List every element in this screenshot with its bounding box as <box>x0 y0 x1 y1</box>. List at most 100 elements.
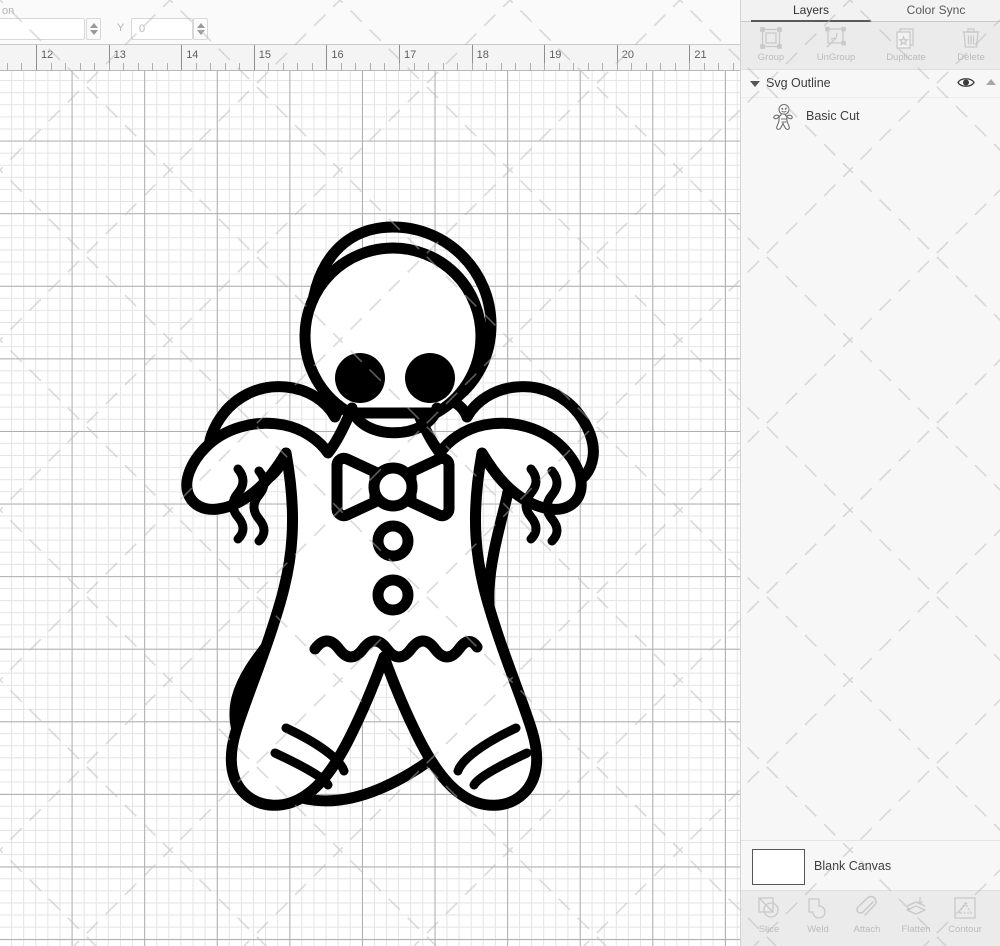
group-label: Group <box>745 52 797 63</box>
tab-color-sync[interactable]: Color Sync <box>876 0 996 22</box>
ruler-label: 15 <box>259 49 271 61</box>
tab-layers[interactable]: Layers <box>751 0 871 22</box>
y-position-stepper[interactable] <box>193 18 208 40</box>
ruler-major-tick <box>181 45 182 70</box>
slice-label: Slice <box>744 924 794 935</box>
shape-operations-toolbar: Slice Weld Attach <box>741 890 1000 946</box>
ruler-minor-tick <box>573 63 574 70</box>
ruler-minor-tick <box>80 63 81 70</box>
list-item[interactable]: Basic Cut <box>741 98 1000 136</box>
x-position-stepper[interactable] <box>86 18 101 40</box>
ungroup-icon <box>810 26 862 50</box>
layer-group-svg-outline[interactable]: Svg Outline <box>741 70 1000 98</box>
ruler-minor-tick <box>530 63 531 70</box>
ruler-minor-tick <box>733 63 734 70</box>
ruler-major-tick <box>36 45 37 70</box>
ruler-minor-tick <box>515 63 516 70</box>
ruler-label: 18 <box>477 49 489 61</box>
blank-canvas-row[interactable]: Blank Canvas <box>741 840 1000 890</box>
ruler-label: 21 <box>694 49 706 61</box>
contour-button[interactable]: Contour <box>940 895 990 943</box>
delete-button[interactable]: Delete <box>945 25 997 69</box>
ruler-minor-tick <box>631 63 632 70</box>
x-position-field[interactable] <box>0 18 85 40</box>
ruler-minor-tick <box>152 63 153 70</box>
group-button[interactable]: Group <box>745 25 797 69</box>
weld-button[interactable]: Weld <box>793 895 843 943</box>
ungroup-label: UnGroup <box>810 52 862 63</box>
ruler-minor-tick <box>138 63 139 70</box>
ruler-minor-tick <box>384 63 385 70</box>
y-label: Y <box>117 22 124 34</box>
ruler-minor-tick <box>210 63 211 70</box>
attach-icon <box>842 895 892 921</box>
gingerbread-man-artwork[interactable] <box>0 71 740 946</box>
ruler-minor-tick <box>283 63 284 70</box>
panel-tab-bar: Layers Color Sync <box>741 0 1000 22</box>
ruler-minor-tick <box>617 63 618 70</box>
ruler-minor-tick <box>704 63 705 70</box>
ruler-major-tick <box>254 45 255 70</box>
panel-scroll-up-arrow[interactable] <box>986 79 996 85</box>
flatten-icon <box>891 895 941 921</box>
ruler-minor-tick <box>196 63 197 70</box>
ruler-minor-tick <box>486 63 487 70</box>
ruler-minor-tick <box>123 63 124 70</box>
ungroup-button[interactable]: UnGroup <box>810 25 862 69</box>
gingerbread-man-thumbnail <box>769 102 799 132</box>
ruler-minor-tick <box>718 63 719 70</box>
ruler-minor-tick <box>312 63 313 70</box>
ruler-label: 13 <box>114 49 126 61</box>
layers-toolbar: Group UnGroup <box>741 22 1000 70</box>
ruler-minor-tick <box>297 63 298 70</box>
layer-list: Svg Outline <box>741 70 1000 136</box>
blank-canvas-label: Blank Canvas <box>814 859 891 873</box>
slice-button[interactable]: Slice <box>744 895 794 943</box>
horizontal-ruler: 12131415161718192021 <box>0 45 740 71</box>
layer-label: Basic Cut <box>806 109 860 123</box>
ruler-minor-tick <box>370 63 371 70</box>
ruler-label: 19 <box>549 49 561 61</box>
duplicate-button[interactable]: Duplicate <box>880 25 932 69</box>
ruler-minor-tick <box>355 63 356 70</box>
delete-icon <box>945 26 997 50</box>
ruler-minor-tick <box>559 63 560 70</box>
group-icon <box>745 26 797 50</box>
left-eye <box>335 353 385 403</box>
weld-label: Weld <box>793 924 843 935</box>
ruler-minor-tick <box>414 63 415 70</box>
ruler-minor-tick <box>472 63 473 70</box>
ruler-minor-tick <box>109 63 110 70</box>
ruler-minor-tick <box>225 63 226 70</box>
attach-button[interactable]: Attach <box>842 895 892 943</box>
layer-group-label: Svg Outline <box>766 76 831 90</box>
ruler-minor-tick <box>94 63 95 70</box>
duplicate-label: Duplicate <box>880 52 932 63</box>
right-eye <box>405 353 455 403</box>
ruler-label: 12 <box>41 49 53 61</box>
eye-icon[interactable] <box>957 76 975 94</box>
ruler-minor-tick <box>399 63 400 70</box>
flatten-button[interactable]: Flatten <box>891 895 941 943</box>
ruler-minor-tick <box>167 63 168 70</box>
weld-icon <box>793 895 843 921</box>
ruler-minor-tick <box>51 63 52 70</box>
chevron-down-icon[interactable] <box>750 81 760 87</box>
ruler-minor-tick <box>501 63 502 70</box>
contour-label: Contour <box>940 924 990 935</box>
y-position-field[interactable]: 0 <box>131 18 193 40</box>
ruler-major-tick <box>326 45 327 70</box>
ruler-minor-tick <box>544 63 545 70</box>
position-label: on <box>2 5 14 17</box>
ruler-minor-tick <box>588 63 589 70</box>
ruler-minor-tick <box>443 63 444 70</box>
application-window: on Y 0 12131415161718192021 <box>0 0 1000 946</box>
ruler-label: 17 <box>404 49 416 61</box>
blank-canvas-thumbnail <box>752 849 805 885</box>
delete-label: Delete <box>945 52 997 63</box>
design-canvas[interactable] <box>0 71 740 946</box>
ruler-minor-tick <box>65 63 66 70</box>
layers-panel: Layers Color Sync Group <box>740 0 1000 946</box>
ruler-minor-tick <box>602 63 603 70</box>
ruler-minor-tick <box>428 63 429 70</box>
